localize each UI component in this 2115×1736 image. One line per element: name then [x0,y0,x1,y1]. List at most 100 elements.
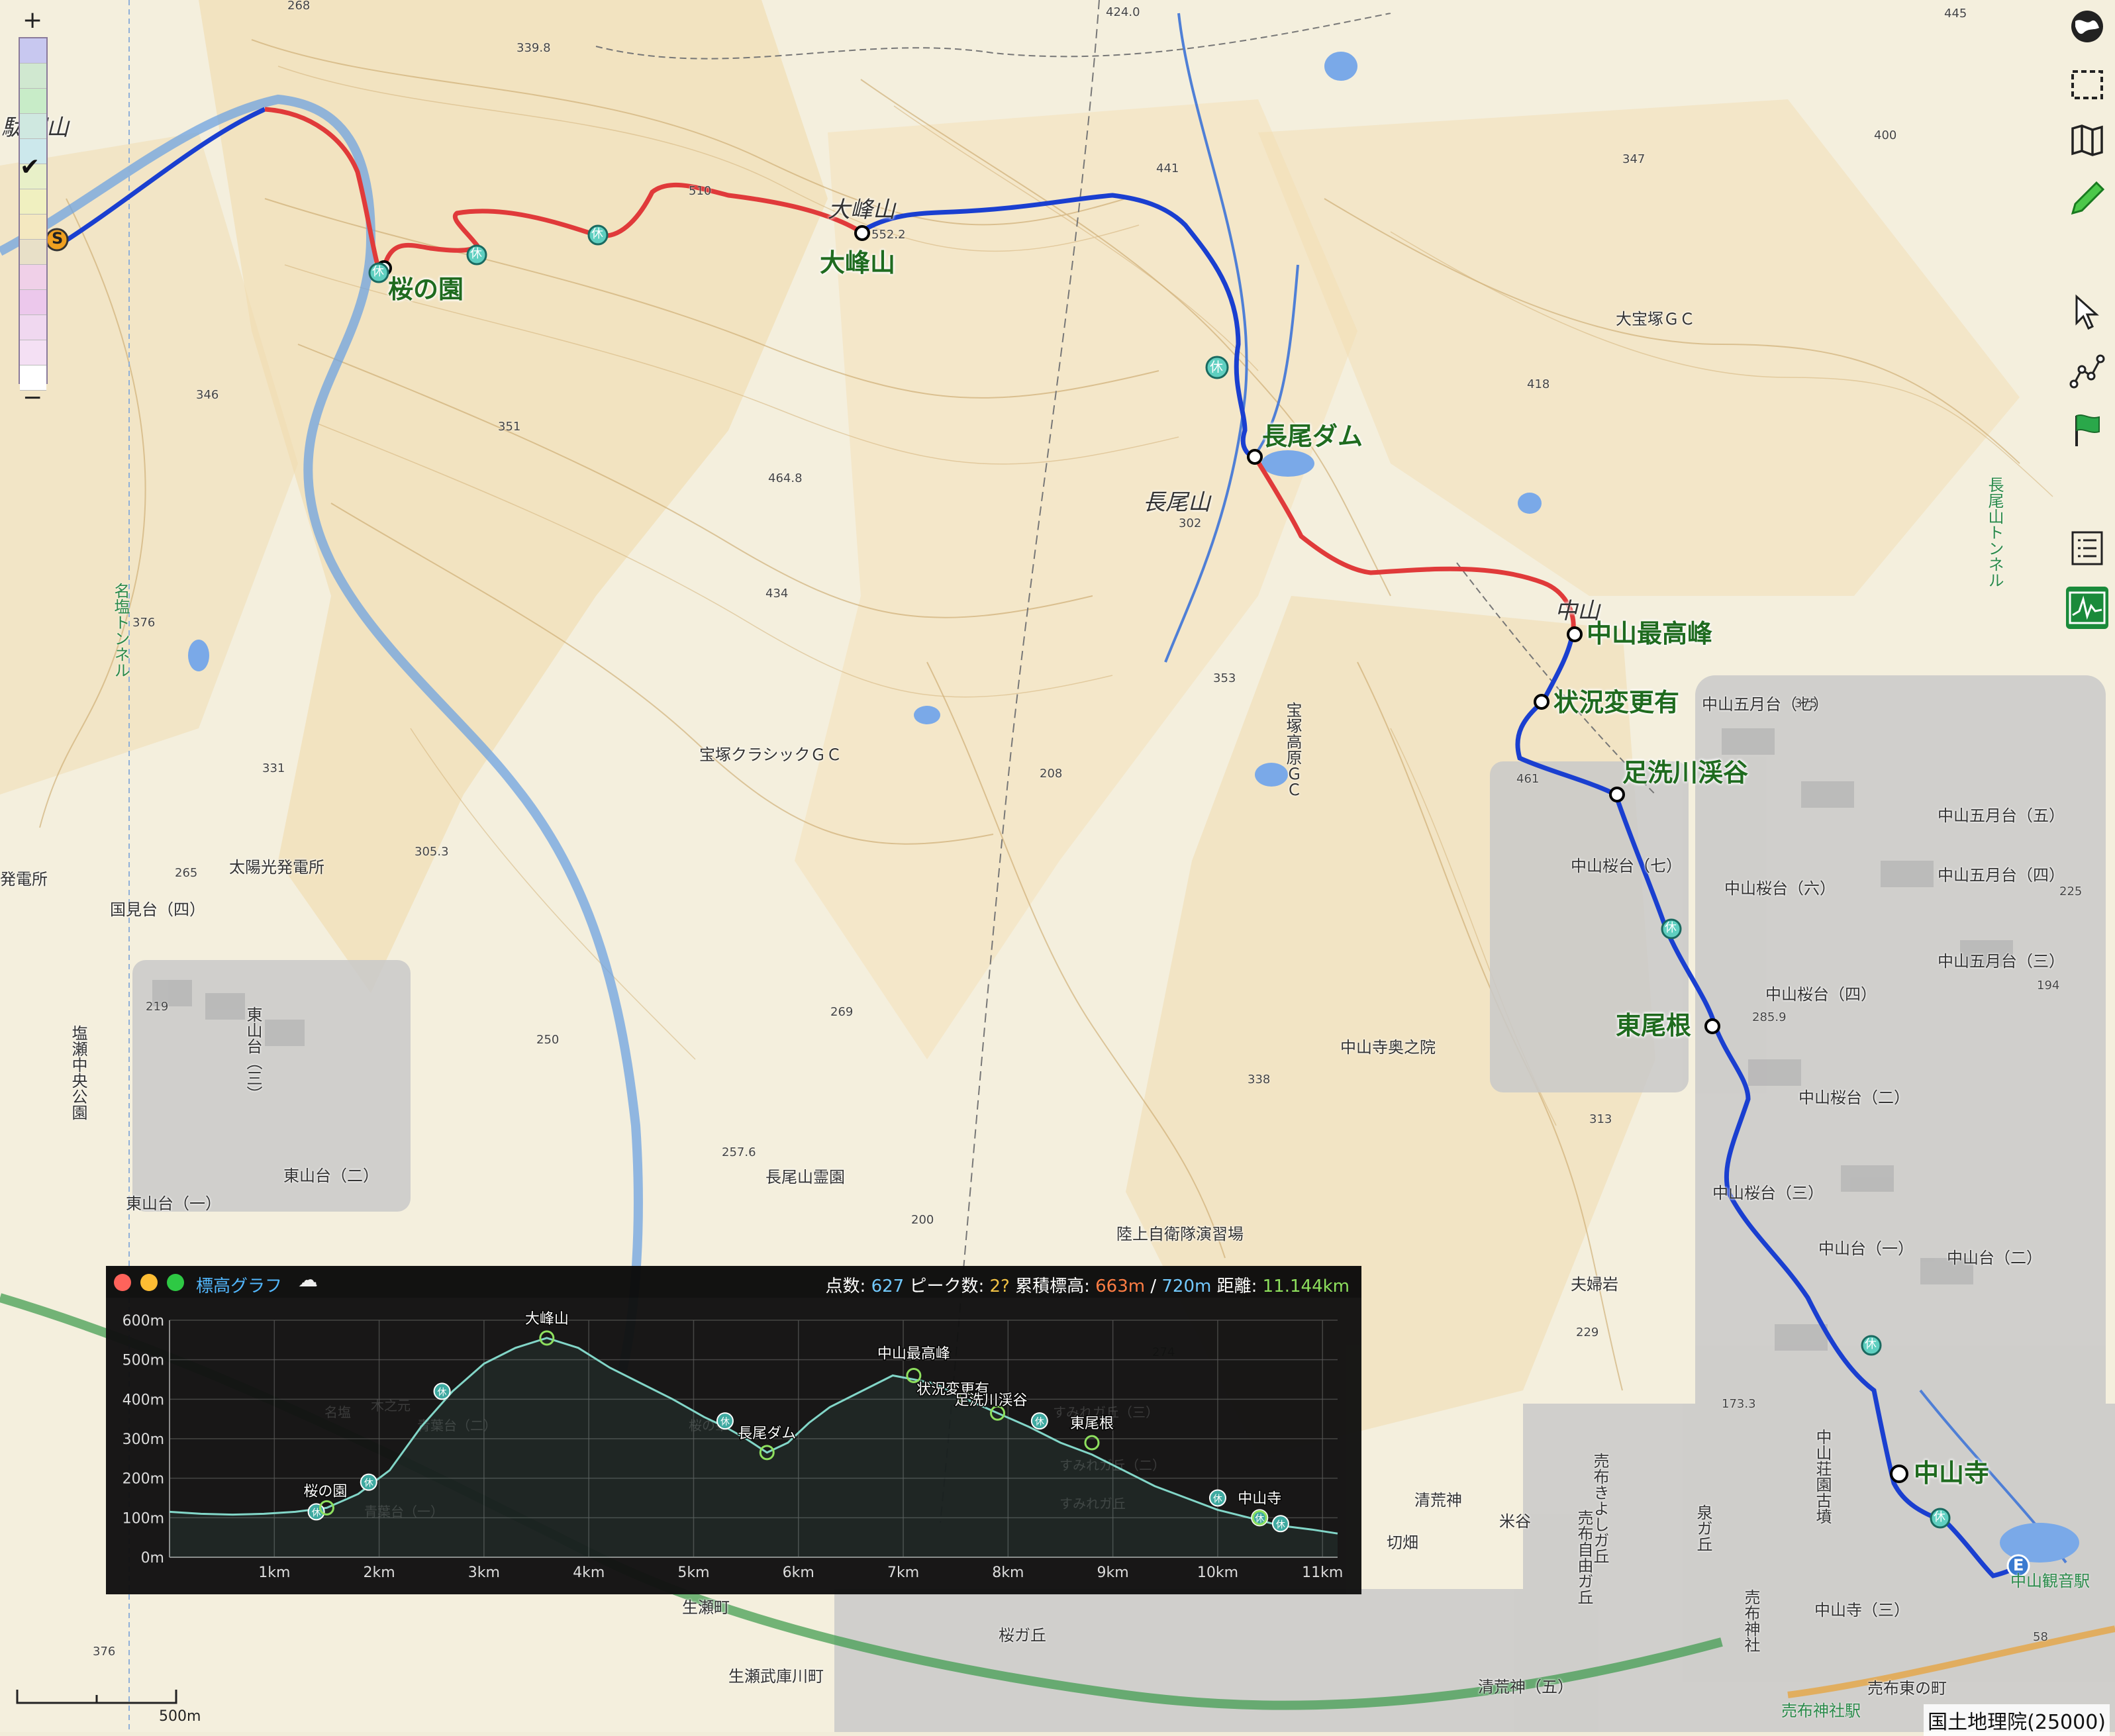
elevation-mark: 257.6 [722,1145,756,1159]
route-end-marker[interactable]: E [2013,1557,2024,1573]
elevation-mark: 434 [765,587,789,601]
select-area-icon[interactable] [2066,64,2108,106]
waypoint-marker-label: 東尾根 [1070,1416,1114,1432]
elevation-mark: 225 [2059,885,2083,898]
place-label: 宝塚クラシックＧＣ [699,746,842,764]
map-icon[interactable] [2066,119,2108,162]
place-label: 桜ガ丘 [999,1626,1046,1645]
globe-icon[interactable] [2066,5,2108,48]
waypoint-label[interactable]: 長尾ダム [1262,424,1363,449]
place-label: 泉ガ丘 [1694,1504,1712,1552]
minimize-button[interactable] [140,1274,158,1291]
waypoint-marker-label: 長尾ダム [738,1425,796,1442]
place-label: 中山寺（三） [1814,1601,1910,1619]
elevation-mark: 285.9 [1752,1010,1787,1024]
elevation-mark: 305.3 [415,845,449,859]
close-button[interactable] [114,1274,131,1291]
y-tick-label: 600m [123,1313,164,1329]
place-label: 中山台（二） [1947,1249,2042,1267]
elevation-mark: 400 [1874,128,1897,142]
elevation-mark: 461 [1516,772,1540,786]
place-label: 米谷 [1499,1512,1531,1531]
place-label: 売布きよしガ丘 [1591,1453,1609,1564]
peaks-label: ピーク数: [909,1277,985,1296]
elevation-chart[interactable]: 名塩 木之元青葉台（二）青葉台（一）桜の峯すみれガ丘（三）すみれガ丘（二）すみれガ… [106,1298,1361,1594]
y-tick-label: 200m [123,1471,164,1488]
place-label: 国見台（四） [110,900,205,919]
legend-swatch [20,189,46,215]
flag-icon[interactable] [2066,409,2108,452]
elevation-area [170,1337,1338,1557]
rest-marker-label: 休 [364,1478,373,1489]
rest-marker-label: 休 [438,1387,447,1398]
elevation-mark: 200 [911,1213,934,1227]
waypoint-label[interactable]: 足洗川渓谷 [1622,760,1748,785]
waypoint-label[interactable]: 桜の園 [388,277,464,302]
rest-marker-label: 休 [720,1417,730,1427]
peak-label: 長尾山 [1143,489,1210,516]
place-label: 塩瀬中央公園 [69,1025,87,1120]
waypoint-label[interactable]: 中山寺 [1914,1461,1989,1486]
place-label: 切畑 [1387,1533,1418,1552]
peaks-value: 2? [989,1277,1010,1296]
route-icon[interactable] [2066,351,2108,393]
waypoint-label[interactable]: 状況変更有 [1553,690,1679,715]
waypoint-marker [1084,1435,1100,1451]
route-start-marker[interactable]: S [52,230,63,246]
x-tick-label: 7km [887,1565,919,1581]
place-label: 発電所 [0,870,48,889]
legend-swatch [20,315,46,340]
waypoint-marker-label: 大峰山 [525,1311,569,1327]
elevation-mark: 194 [2037,979,2060,992]
list-icon[interactable] [2066,527,2108,569]
place-label: 売布神社駅 [1781,1702,1861,1720]
place-label: 清荒神（五） [1478,1678,1573,1696]
x-tick-label: 2km [363,1565,395,1581]
elevation-mark: 331 [262,761,285,775]
pencil-icon[interactable] [2066,177,2108,220]
legend-swatch [20,290,46,315]
route-stats: 点数: 627 ピーク数: 2? 累積標高: 663m / 720m 距離: 1… [826,1273,1350,1297]
place-label: 中山桜台（六） [1724,879,1836,898]
place-label: 中山台（一） [1818,1239,1914,1258]
panel-title-bar[interactable]: 標高グラフ ☁ 点数: 627 ピーク数: 2? 累積標高: 663m / 72… [106,1266,1361,1298]
map-credit[interactable]: 国土地理院(25000) [1924,1704,2110,1736]
place-label: 中山五月台（五） [1938,806,2065,825]
x-tick-label: 9km [1097,1565,1129,1581]
elevation-graph-icon[interactable] [2066,587,2108,629]
place-label: 夫婦岩 [1571,1275,1618,1294]
place-label: 名塩トンネル [111,583,130,678]
waypoint-marker-label: 中山寺 [1238,1490,1281,1507]
x-tick-label: 10km [1197,1565,1238,1581]
elevation-graph-panel[interactable]: 標高グラフ ☁ 点数: 627 ピーク数: 2? 累積標高: 663m / 72… [106,1266,1361,1594]
rest-marker: 休 [470,247,482,261]
waypoint-label[interactable]: 東尾根 [1616,1013,1691,1038]
place-label: 宝塚高原ＧＣ [1283,702,1302,797]
pointer-icon[interactable] [2066,291,2108,334]
legend-swatch [20,265,46,290]
elevation-color-legend[interactable] [19,37,48,391]
x-tick-label: 3km [468,1565,500,1581]
zoom-out-button[interactable]: − [23,384,42,411]
cloud-download-icon[interactable]: ☁ [298,1269,318,1292]
rest-marker: 休 [372,265,384,279]
waypoint-label[interactable]: 中山最高峰 [1587,621,1712,646]
maximize-button[interactable] [167,1274,184,1291]
elevation-mark: 346 [196,388,219,402]
elevation-mark: 353 [1213,671,1236,685]
place-label: 生瀬武庫川町 [728,1667,824,1686]
place-label: 清荒神 [1414,1491,1462,1510]
place-label: 東山台（二） [283,1167,379,1185]
legend-swatch [20,38,46,64]
elevation-mark: 269 [830,1005,854,1019]
elevation-mark: 219 [146,1000,169,1014]
place-label: 中山五月台（三） [1938,952,2065,971]
zoom-in-button[interactable]: + [23,7,42,34]
elevation-mark: 424.0 [1106,5,1140,19]
elevation-mark: 418 [1527,377,1550,391]
elevation-mark: 250 [536,1033,560,1047]
rest-marker-label: 休 [1035,1417,1044,1427]
waypoint-label[interactable]: 大峰山 [820,250,895,275]
elevation-mark: 229 [1576,1326,1599,1339]
stat-separator: / [1150,1277,1157,1296]
